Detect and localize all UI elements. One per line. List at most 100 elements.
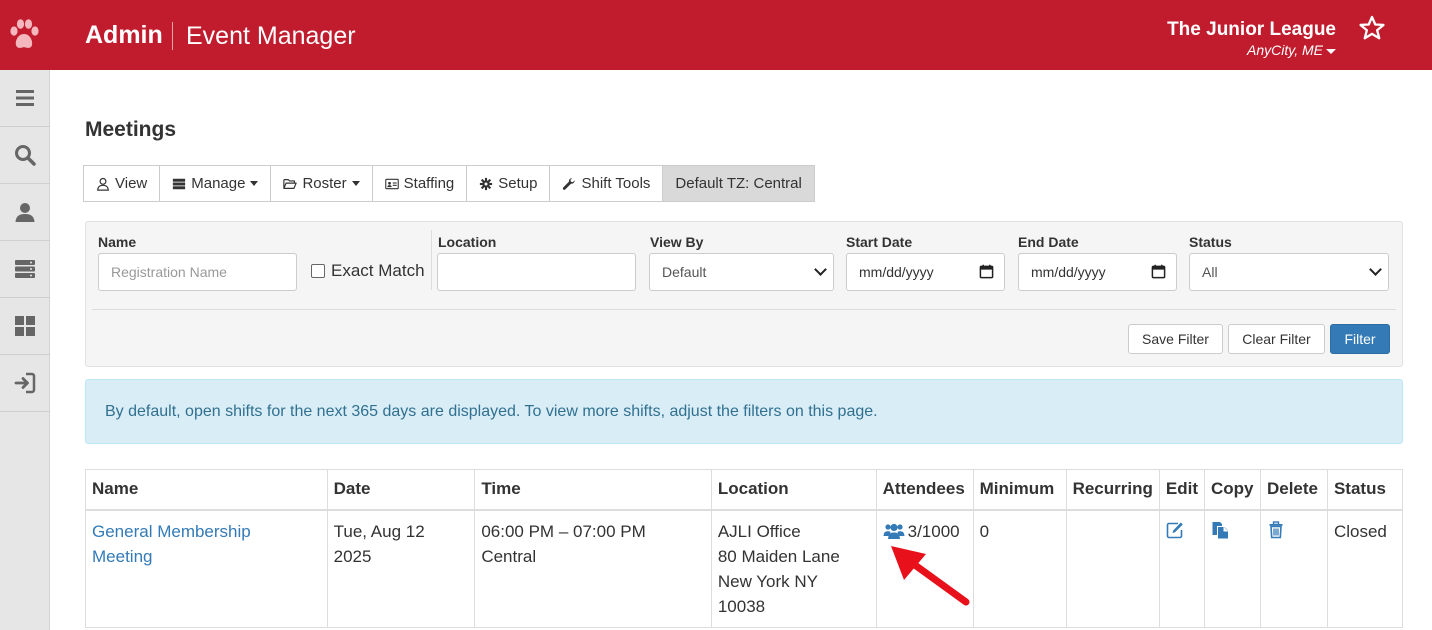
table-header-row: Name Date Time Location Attendees Minimu…	[85, 469, 1404, 511]
exact-match-label: Exact Match	[331, 261, 425, 280]
paw-logo-icon[interactable]	[8, 17, 40, 53]
meeting-time: 06:00 PM – 07:00 PM Central	[481, 521, 646, 566]
meeting-date-line1: Tue, Aug 12	[333, 521, 425, 541]
column-header-location[interactable]: Location	[710, 469, 877, 511]
column-header-time[interactable]: Time	[474, 469, 712, 511]
tab-setup[interactable]: Setup	[466, 165, 551, 202]
calendar-icon[interactable]	[1151, 264, 1166, 279]
column-header-minimum[interactable]: Minimum	[972, 469, 1067, 511]
status-label: Status	[1189, 234, 1232, 250]
status-select[interactable]: All	[1189, 253, 1389, 291]
tab-manage-label: Manage	[191, 175, 246, 192]
column-header-name[interactable]: Name	[85, 469, 328, 511]
end-date-input[interactable]: mm/dd/yyyy	[1018, 253, 1177, 291]
column-header-edit: Edit	[1158, 469, 1205, 511]
filter-divider	[431, 230, 432, 290]
save-filter-button[interactable]: Save Filter	[1128, 324, 1223, 354]
name-input-placeholder: Registration Name	[111, 264, 227, 280]
meeting-location-cell: AJLI Office 80 Maiden Lane New York NY 1…	[710, 509, 877, 628]
tab-roster[interactable]: Roster	[270, 165, 373, 202]
info-alert-message: By default, open shifts for the next 365…	[105, 402, 878, 420]
location-input[interactable]	[437, 253, 636, 291]
sidebar	[0, 70, 50, 630]
name-input[interactable]: Registration Name	[98, 253, 297, 291]
end-date-placeholder: mm/dd/yyyy	[1031, 264, 1106, 280]
column-header-attendees[interactable]: Attendees	[875, 469, 974, 511]
sidebar-item-user[interactable]	[0, 184, 50, 241]
sidebar-item-search[interactable]	[0, 127, 50, 184]
users-icon	[883, 523, 905, 539]
meeting-name-cell: General Membership Meeting	[85, 509, 328, 628]
meeting-status: Closed	[1333, 521, 1387, 541]
sign-in-icon	[14, 372, 36, 394]
view-by-value: Default	[662, 264, 707, 280]
tab-shift-tools-label: Shift Tools	[581, 175, 651, 192]
top-navbar: Admin Event Manager The Junior League An…	[0, 0, 1432, 70]
column-header-date[interactable]: Date	[326, 469, 476, 511]
brand-divider	[172, 22, 173, 50]
start-date-label: Start Date	[846, 234, 913, 250]
view-by-select[interactable]: Default	[649, 253, 834, 291]
meeting-edit-cell	[1158, 509, 1205, 628]
red-arrow-annotation-icon	[891, 546, 970, 606]
column-header-status[interactable]: Status	[1326, 469, 1404, 511]
sidebar-item-sign-in[interactable]	[0, 355, 50, 412]
location-line4: 10038	[717, 596, 766, 616]
org-city-label: AnyCity, ME	[1247, 42, 1323, 58]
meeting-name-line2: Meeting	[92, 546, 153, 566]
trash-icon[interactable]	[1267, 520, 1285, 539]
sidebar-item-dashboard[interactable]	[0, 298, 50, 355]
meeting-time-cell: 06:00 PM – 07:00 PM Central	[474, 509, 712, 628]
org-name[interactable]: The Junior League	[1167, 19, 1336, 41]
start-date-input[interactable]: mm/dd/yyyy	[846, 253, 1005, 291]
toolbar-tabs: View Manage Roster Staffing Setup Shift …	[83, 165, 815, 202]
chevron-down-icon	[814, 263, 827, 276]
meeting-status-cell: Closed	[1326, 509, 1404, 628]
id-card-icon	[384, 178, 399, 189]
name-label: Name	[98, 234, 137, 250]
calendar-icon[interactable]	[979, 264, 994, 279]
location-label: Location	[438, 234, 497, 250]
search-icon	[15, 145, 36, 166]
start-date-placeholder: mm/dd/yyyy	[859, 264, 934, 280]
exact-match-checkbox[interactable]: Exact Match	[311, 261, 425, 281]
page-title: Meetings	[85, 118, 177, 141]
tab-shift-tools[interactable]: Shift Tools	[549, 165, 664, 202]
sidebar-item-menu[interactable]	[0, 70, 50, 127]
admin-brand[interactable]: Admin	[85, 21, 163, 50]
meeting-date-line2: 2025	[333, 546, 372, 566]
caret-down-icon	[351, 181, 360, 186]
location-line1: AJLI Office	[717, 521, 801, 541]
tab-staffing[interactable]: Staffing	[371, 165, 468, 202]
column-header-recurring[interactable]: Recurring	[1065, 469, 1160, 511]
tab-view[interactable]: View	[83, 165, 161, 202]
meeting-copy-cell	[1203, 509, 1261, 628]
server-icon	[173, 178, 186, 189]
org-city-dropdown[interactable]: AnyCity, ME	[1247, 42, 1336, 58]
tab-staffing-label: Staffing	[403, 175, 455, 192]
filter-panel: Name Registration Name Exact Match Locat…	[85, 221, 1403, 367]
user-outline-icon	[97, 177, 109, 191]
tab-timezone[interactable]: Default TZ: Central	[662, 165, 815, 202]
star-icon[interactable]	[1358, 14, 1386, 42]
minimum-value: 0	[979, 521, 990, 541]
meeting-delete-cell	[1259, 509, 1328, 628]
edit-icon[interactable]	[1166, 521, 1184, 539]
clear-filter-button[interactable]: Clear Filter	[1228, 324, 1325, 354]
checkbox-box	[311, 264, 325, 278]
tab-manage[interactable]: Manage	[159, 165, 272, 202]
user-icon	[15, 203, 35, 222]
tab-timezone-label: Default TZ: Central	[675, 175, 802, 192]
wrench-icon	[563, 177, 576, 190]
status-value: All	[1202, 264, 1218, 280]
menu-icon	[16, 90, 34, 106]
tab-setup-label: Setup	[498, 175, 538, 192]
sidebar-item-server[interactable]	[0, 241, 50, 298]
filter-button[interactable]: Filter	[1330, 324, 1390, 354]
chevron-down-icon	[1369, 263, 1382, 276]
meeting-name-link[interactable]: General Membership Meeting	[92, 522, 251, 566]
app-name[interactable]: Event Manager	[186, 22, 356, 51]
location-line3: New York NY	[717, 571, 819, 591]
location-line2: 80 Maiden Lane	[717, 546, 840, 566]
copy-icon[interactable]	[1211, 521, 1229, 539]
